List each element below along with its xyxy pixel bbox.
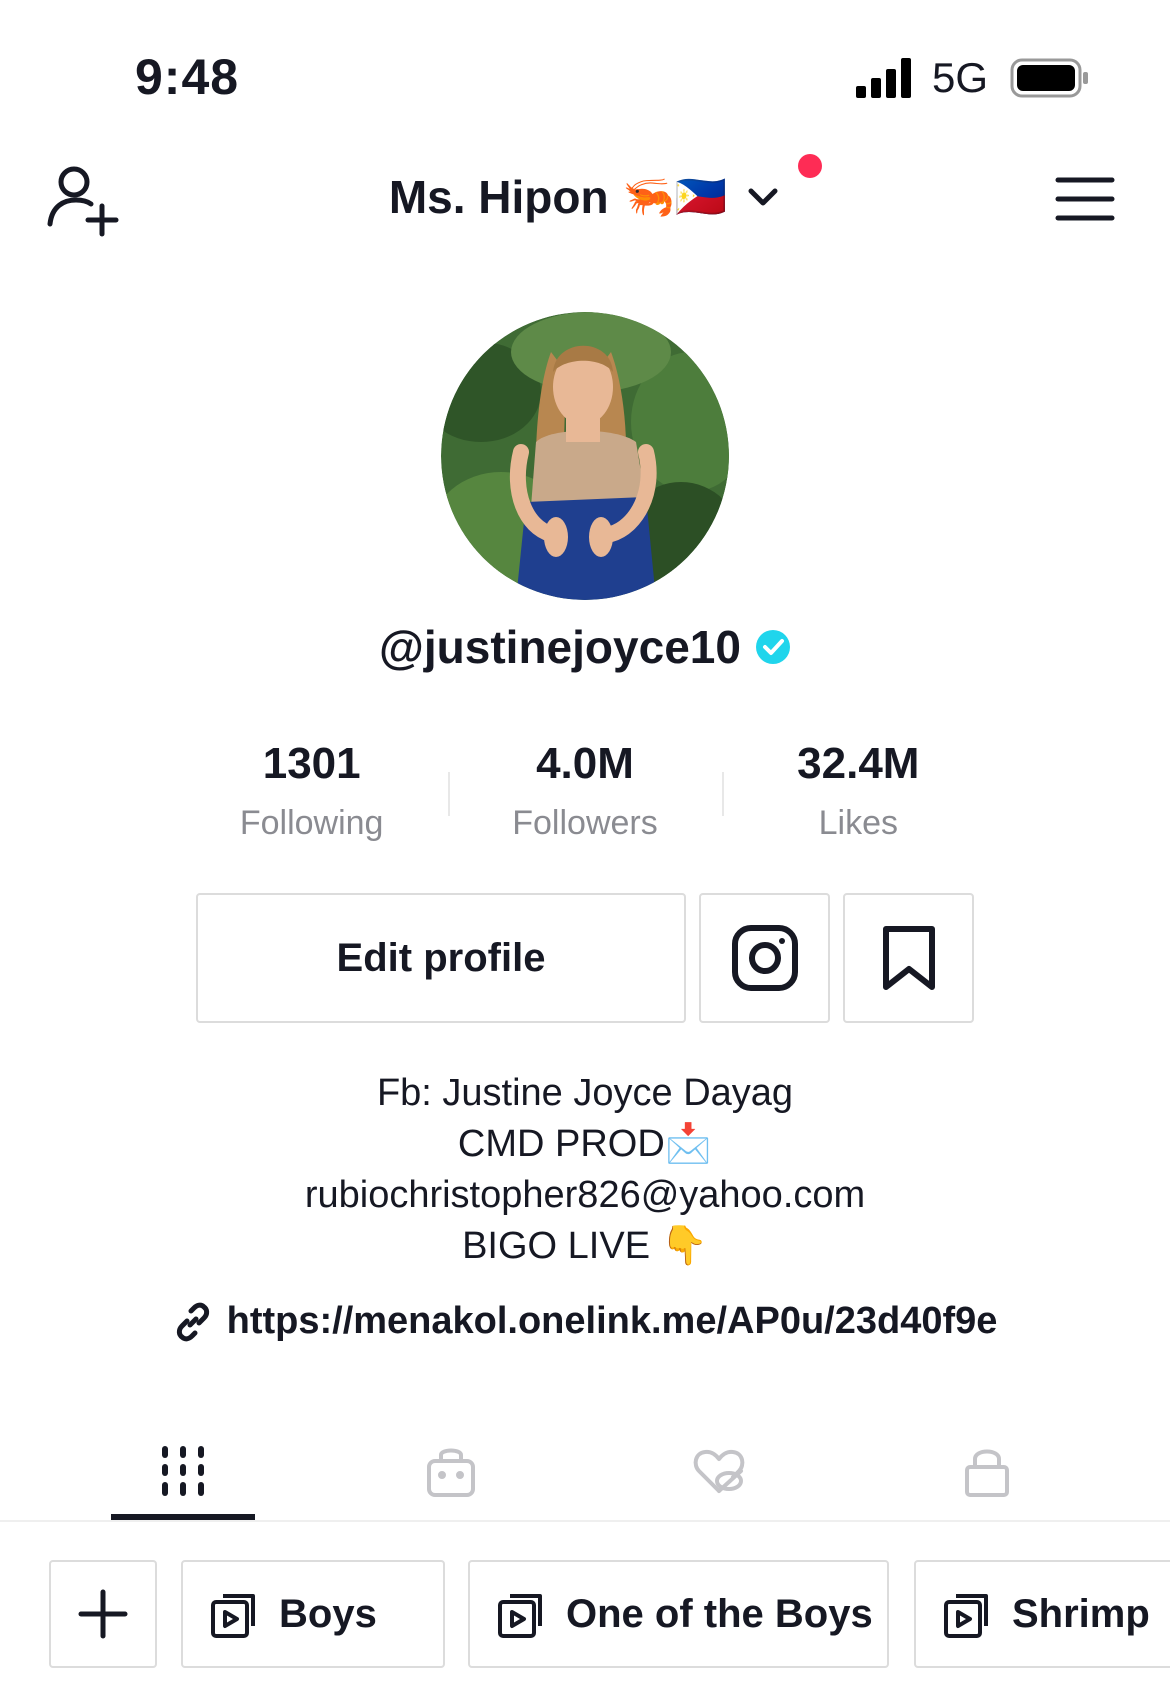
playlist-row: Boys One of the Boys Shrimp xyxy=(0,1560,1170,1670)
tab-liked[interactable] xyxy=(646,1420,792,1522)
add-playlist-button[interactable] xyxy=(49,1560,157,1668)
avatar[interactable] xyxy=(441,312,729,600)
playlist-chip[interactable]: Boys xyxy=(181,1560,445,1668)
stat-value: 4.0M xyxy=(536,739,634,788)
network-type: 5G xyxy=(932,54,989,101)
playlist-label: Shrimp xyxy=(1012,1591,1150,1636)
private-lock-icon xyxy=(965,1449,1009,1497)
liked-hidden-icon xyxy=(693,1449,745,1493)
playlist-chip[interactable]: Shrimp xyxy=(914,1560,1170,1668)
signal-icon xyxy=(856,58,911,98)
profile-link[interactable]: https://menakol.onelink.me/AP0u/23d40f9e xyxy=(173,1300,998,1343)
edit-profile-button[interactable]: Edit profile xyxy=(196,893,686,1023)
verified-badge-icon xyxy=(755,630,790,664)
account-switcher[interactable]: Ms. Hipon 🦐🇵🇭 xyxy=(389,170,781,224)
bookmark-icon xyxy=(882,926,935,990)
tab-shop[interactable] xyxy=(378,1420,524,1522)
playlist-icon xyxy=(944,1594,988,1638)
instagram-button[interactable] xyxy=(699,893,830,1023)
playlist-icon xyxy=(498,1594,542,1638)
chevron-down-icon xyxy=(748,188,778,206)
link-text: https://menakol.onelink.me/AP0u/23d40f9e xyxy=(226,1300,998,1342)
title-emoji: 🦐🇵🇭 xyxy=(622,172,728,220)
username: @justinejoyce10 xyxy=(379,620,791,674)
menu-icon[interactable] xyxy=(1054,174,1116,224)
plus-icon xyxy=(78,1589,128,1639)
playlist-chip[interactable]: One of the Boys xyxy=(468,1560,889,1668)
page-title: Ms. Hipon xyxy=(388,171,609,223)
stat-value: 1301 xyxy=(262,739,361,788)
tab-private[interactable] xyxy=(914,1420,1060,1522)
status-bar: 9:48 5G xyxy=(0,0,1170,150)
bio-line: CMD PROD📩 xyxy=(457,1123,713,1165)
profile-header: Ms. Hipon 🦐🇵🇭 xyxy=(0,150,1170,250)
username-text: @justinejoyce10 xyxy=(379,621,741,673)
bio-line: BIGO LIVE 👇 xyxy=(462,1225,708,1267)
playlist-icon xyxy=(211,1594,255,1638)
bio-line: rubiochristopher826@yahoo.com xyxy=(304,1174,866,1216)
notification-dot xyxy=(798,154,822,178)
instagram-icon xyxy=(731,925,798,991)
link-icon xyxy=(176,1302,209,1341)
shop-bag-icon xyxy=(427,1448,475,1497)
stat-label: Likes xyxy=(818,804,898,842)
tab-videos[interactable] xyxy=(110,1420,256,1522)
active-tab-indicator xyxy=(111,1514,255,1520)
profile-stats: 1301 Following 4.0M Followers 32.4M Like… xyxy=(175,732,995,852)
playlist-label: One of the Boys xyxy=(566,1591,873,1636)
playlist-label: Boys xyxy=(279,1591,377,1636)
stat-likes[interactable]: 32.4M Likes xyxy=(721,732,995,852)
videos-grid-icon xyxy=(162,1446,204,1496)
stat-label: Following xyxy=(239,804,384,842)
bio-line: Fb: Justine Joyce Dayag xyxy=(376,1072,794,1114)
profile-bio: Fb: Justine Joyce Dayag CMD PROD📩 rubioc… xyxy=(0,1068,1170,1272)
battery-icon xyxy=(1010,58,1088,98)
profile-tabs xyxy=(0,1420,1170,1522)
stat-value: 32.4M xyxy=(797,739,920,788)
favorites-button[interactable] xyxy=(843,893,974,1023)
stat-label: Followers xyxy=(512,804,658,842)
status-time: 9:48 xyxy=(135,49,240,105)
stat-following[interactable]: 1301 Following xyxy=(175,732,448,852)
stat-followers[interactable]: 4.0M Followers xyxy=(448,732,721,852)
